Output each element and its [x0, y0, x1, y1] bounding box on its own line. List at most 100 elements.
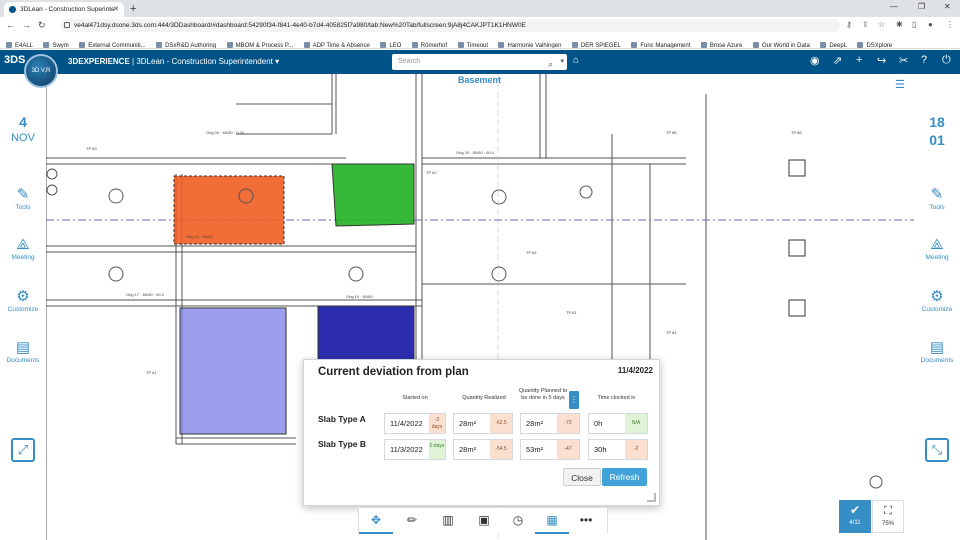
close-tab-icon[interactable]: ✕ [113, 2, 119, 17]
bookmark[interactable]: DSXplore [857, 39, 892, 48]
back-icon[interactable]: ← [6, 19, 15, 32]
bookmark[interactable]: Func Management [631, 39, 690, 48]
bookmark[interactable]: Harmonie Vaihingen [498, 39, 561, 48]
realized-cell: 28m² -62.5 [453, 413, 513, 434]
svg-text:TP 64: TP 64 [526, 250, 537, 255]
end-day: 18 [929, 114, 945, 130]
bookmark[interactable]: MBOM & Process P... [227, 39, 294, 48]
time-cell: 30h -2 [588, 439, 648, 460]
compass-icon[interactable]: 3D V,R [24, 54, 58, 88]
sidebar-item-tools[interactable]: ✎ Tools [0, 186, 46, 211]
sidebar-item-customize[interactable]: ⚙ Customize [0, 288, 46, 313]
bookmark[interactable]: DER SPIEGEL [572, 39, 621, 48]
forward-icon[interactable]: → [22, 19, 31, 32]
realized-delta-badge: -54.5 [490, 440, 512, 459]
search-input[interactable]: Search ⌕ ▾ [392, 54, 567, 70]
bookmark[interactable]: E4ALL [6, 39, 33, 48]
clock-icon[interactable]: ◷ [501, 508, 535, 534]
reload-icon[interactable]: ↻ [38, 19, 46, 32]
check-circle-icon: ✔ [849, 503, 861, 517]
zoom-widget[interactable]: ⛶ 75% [872, 500, 904, 533]
started-cell: 11/3/2022 0 days [384, 439, 446, 460]
lock-icon [64, 22, 70, 28]
started-delta-badge: 0 days [429, 440, 445, 459]
key-icon[interactable]: ⚷ [846, 20, 852, 29]
move-icon[interactable]: ✥ [359, 508, 393, 534]
address-bar-row: ← → ↻ ve4al471dsy.dsone.3ds.com:444/3DDa… [0, 17, 960, 34]
document-icon: ▤ [929, 339, 945, 356]
bookmark[interactable]: Swym [43, 39, 68, 48]
start-month: NOV [11, 132, 35, 144]
column-options-icon[interactable]: ⋮ [569, 391, 579, 409]
refresh-button[interactable]: Refresh [602, 468, 647, 486]
svg-text:Orlg 17 · 80/80 · 60.0: Orlg 17 · 80/80 · 60.0 [126, 292, 165, 297]
gear-icon: ⚙ [16, 288, 30, 305]
col-quantity-planned: Quantity Planned to be done in 5 days [518, 388, 568, 401]
sidebar-item-documents[interactable]: ▤ Documents [0, 339, 46, 364]
bookmark[interactable]: DeepL [820, 39, 847, 48]
user-icon[interactable]: ◉ [810, 54, 820, 67]
new-tab-icon[interactable]: + [130, 2, 136, 16]
tab-title: 3DLean - Construction Superinte [20, 6, 115, 13]
tasks-widget[interactable]: ✔ 4/11 [839, 500, 871, 533]
collapse-icon[interactable]: ⤡ [925, 438, 949, 462]
hamburger-menu-icon[interactable]: ☰ [895, 78, 905, 91]
zoom-level: 75% [881, 521, 894, 527]
app-brand[interactable]: 3DEXPERIENCE | 3DLean - Construction Sup… [68, 50, 279, 74]
bookmark[interactable]: Römerhof [412, 39, 447, 48]
menu-dots-icon[interactable]: ⋮ [946, 20, 954, 29]
help-icon[interactable]: ? [921, 54, 927, 66]
close-window-icon[interactable]: ✕ [944, 2, 951, 11]
resize-handle-icon[interactable] [647, 493, 656, 502]
star-icon[interactable]: ☆ [878, 20, 885, 29]
search-icon[interactable]: ⌕ [548, 56, 553, 72]
svg-text:TP 81: TP 81 [566, 310, 577, 315]
3ds-favicon-icon [9, 6, 16, 13]
share-icon[interactable]: ⇪ [862, 20, 869, 29]
bookmark[interactable]: Brose Azure [701, 39, 743, 48]
sidebar-icon[interactable]: ▯ [912, 20, 916, 29]
profile-icon[interactable]: ● [928, 20, 933, 29]
tools-icon: ✎ [16, 186, 30, 203]
bottom-toolbar: ✥ ✏ ▥ ▣ ◷ ▦ ••• [358, 507, 608, 534]
tag-icon[interactable]: ⌂ [573, 55, 579, 66]
bookmarks-bar: E4ALL Swym External Communiti... DSxR&D … [0, 34, 960, 49]
sidebar-item-tools[interactable]: ✎ Tools [914, 186, 960, 211]
pencil-icon[interactable]: ✏ [395, 508, 429, 534]
forward-icon[interactable]: ↪ [877, 54, 886, 67]
extensions-icon[interactable]: ✱ [896, 20, 903, 29]
checklist-icon[interactable]: ▣ [467, 508, 501, 534]
browser-tab[interactable]: 3DLean - Construction Superinte ✕ [4, 2, 124, 17]
planned-delta-badge: -72 [557, 414, 579, 433]
bookmark[interactable]: LEO [380, 39, 401, 48]
sidebar-item-meeting[interactable]: ⟁ Meeting [0, 236, 46, 261]
url-field[interactable]: ve4al471dsy.dsone.3ds.com:444/3DDashboar… [60, 19, 840, 32]
share-icon[interactable]: ⇗ [833, 54, 842, 67]
slab-type-a[interactable] [179, 307, 287, 435]
bookmark[interactable]: Timeout [458, 39, 488, 48]
deviation-title: Current deviation from plan [318, 366, 469, 378]
sidebar-item-documents[interactable]: ▤ Documents [914, 339, 960, 364]
power-icon[interactable]: ⏻ [942, 54, 951, 67]
bookmark[interactable]: External Communiti... [79, 39, 145, 48]
sidebar-item-meeting[interactable]: ⟁ Meeting [914, 236, 960, 261]
tasks-count: 4/11 [849, 520, 861, 526]
tools-icon[interactable]: ✂ [899, 54, 908, 67]
maximize-icon[interactable]: ❐ [918, 2, 925, 11]
add-icon[interactable]: + [856, 54, 862, 66]
bookmark[interactable]: Our World in Data [753, 39, 810, 48]
expand-icon[interactable]: ⤢ [11, 438, 35, 462]
calendar-icon[interactable]: ▦ [535, 508, 569, 534]
close-button[interactable]: Close [563, 468, 601, 486]
scan-icon[interactable]: ▥ [431, 508, 465, 534]
col-quantity-realized: Quantity Realized [462, 395, 506, 401]
search-options-chevron-icon[interactable]: ▾ [560, 54, 564, 70]
bookmark[interactable]: ADP Time & Absence [304, 39, 370, 48]
start-day: 4 [19, 114, 27, 130]
minimize-icon[interactable]: — [890, 2, 898, 11]
slab-type-b[interactable] [317, 305, 415, 367]
more-icon[interactable]: ••• [569, 508, 603, 534]
slab-green[interactable] [331, 163, 415, 227]
sidebar-item-customize[interactable]: ⚙ Customize [914, 288, 960, 313]
bookmark[interactable]: DSxR&D Authoring [156, 39, 216, 48]
